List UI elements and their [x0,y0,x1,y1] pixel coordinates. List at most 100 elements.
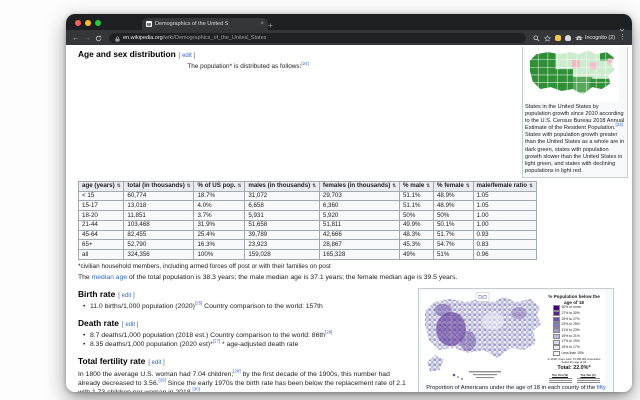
lock-icon [115,29,120,47]
table-cell: 6,658 [244,200,320,212]
sort-icon[interactable]: ⇅ [392,183,396,188]
edit-link[interactable]: edit [125,322,135,328]
legend-label: 23% to 25% [561,322,580,327]
table-cell: 1.00 [472,210,537,221]
tab-search-chevron-icon[interactable] [619,19,625,37]
reference-link[interactable]: [28] [233,369,240,374]
table-cell: 1.05 [472,190,537,202]
table-cell: 0.96 [472,249,537,260]
wikipedia-favicon-icon: W [146,21,152,27]
table-cell: 11,851 [123,210,195,221]
column-header[interactable]: male/female ratio ⇅ [472,180,537,192]
column-header[interactable]: age (years) ⇅ [78,180,125,192]
new-tab-button[interactable]: + [268,20,273,30]
table-cell: 51.1% [398,190,434,202]
text-run: Proportion of Americans under the age of… [426,385,597,392]
edit-section: [ edit ] [118,293,135,300]
table-cell: 1.00 [472,219,537,231]
reference-link[interactable]: [30] [192,387,199,392]
table-cell: 50% [398,210,434,221]
column-header[interactable]: total (in thousands) ⇅ [123,180,195,192]
reload-icon[interactable] [95,29,102,47]
column-header[interactable]: % of US pop. ⇅ [193,180,246,192]
table-cell: 18-20 [78,210,125,221]
url-path: /wiki/Demographics_of_the_United_States [162,34,267,41]
table-cell: 48.9% [432,200,474,212]
extension-icon[interactable] [564,34,571,41]
table-cell: 159,028 [244,249,320,260]
url-text: en.wikipedia.org/wiki/Demographics_of_th… [123,35,266,41]
forward-icon[interactable]: → [84,34,92,42]
text-run: The [78,274,92,282]
table-cell: 31,072 [244,190,320,202]
edit-link[interactable]: edit [122,293,132,299]
table-cell: 65+ [78,239,125,251]
table-cell: 16.3% [193,239,246,251]
table-cell: 54.7% [432,239,474,251]
table-cell: 103,468 [123,219,195,231]
table-cell: 18.7% [193,190,246,202]
table-cell: 48.3% [398,229,434,241]
edit-link[interactable]: edit [152,360,162,366]
bookmark-star-icon[interactable] [543,29,551,47]
minimize-window-button[interactable] [85,20,91,26]
us-growth-map-image[interactable] [525,47,619,102]
browser-titlebar: W Demographics of the United S × + [66,14,632,32]
column-header[interactable]: females (in thousands) ⇅ [318,180,400,192]
table-row: 65+ 52,790 16.3% 23,923 28,867 45.3% 54.7% 0.83 [78,239,537,251]
legend-label: 25% to 27% [561,316,580,321]
incognito-spy-icon [574,35,583,40]
legend-total: Total: 22.0%* [557,365,591,372]
zoom-page-icon[interactable] [533,29,540,47]
table-cell: 4.0% [193,200,246,212]
table-cell: 39,789 [244,229,320,241]
column-header[interactable]: % male ⇅ [398,180,434,192]
table-cell: 21-44 [78,219,125,231]
figure-caption: Proportion of Americans under the age of… [421,385,611,392]
table-cell: 50% [432,210,474,221]
sort-icon[interactable]: ⇅ [117,183,121,188]
column-header[interactable]: males (in thousands) ⇅ [244,180,320,192]
back-icon[interactable]: ← [72,34,80,42]
list-item: 8.35 deaths/1,000 population (2020 est)*… [83,339,628,350]
incognito-badge[interactable]: Incognito (2) [574,34,615,41]
table-cell: 0.93 [472,229,537,241]
figure-population-growth-map[interactable]: States in the United States by populatio… [522,47,628,178]
close-window-button[interactable] [75,20,81,26]
browser-tab[interactable]: W Demographics of the United S × [142,18,268,30]
reference-link[interactable]: [24] [301,61,308,66]
table-cell: 50.1% [432,219,474,231]
death-rate-list: 8.7 deaths/1,000 population (2018 est.) … [78,330,628,350]
tab-close-icon[interactable]: × [260,20,264,28]
text-run: States in the United States by populatio… [525,104,625,132]
table-cell: 48.9% [432,190,474,202]
reference-link[interactable]: [29] [158,378,165,383]
text-run: The population* is distributed as follow… [187,62,302,70]
address-bar[interactable]: en.wikipedia.org/wiki/Demographics_of_th… [109,32,526,43]
incognito-label: Incognito (2) [585,34,615,41]
text-run: * age-adjusted death rate [220,341,299,349]
sort-icon[interactable]: ⇅ [187,183,191,188]
table-cell: 165,328 [318,249,400,260]
edit-section: [ edit ] [178,53,196,59]
table-cell: < 15 [78,190,125,202]
extension-icon[interactable] [554,34,561,41]
edit-section: [ edit ] [148,360,165,367]
sort-icon[interactable]: ⇅ [426,183,430,188]
zoom-window-button[interactable] [95,20,101,26]
sort-icon[interactable]: ⇅ [312,183,316,188]
inline-link[interactable]: median age [92,274,128,281]
top-ten-lists: Top Ten (%) Top Ten (#) [545,373,603,384]
table-cell: 52,790 [123,239,195,251]
top-ten-count: Top Ten (#) [576,373,601,384]
reference-link[interactable]: [23] [616,122,623,127]
edit-link[interactable]: edit [182,53,192,59]
sort-icon[interactable]: ⇅ [529,183,533,188]
table-cell: 51% [432,249,474,260]
sort-icon[interactable]: ⇅ [466,183,470,188]
reference-link[interactable]: [26] [325,330,332,335]
text-run: In 1800 the average U.S. woman had 7.04 … [78,370,234,378]
sort-icon[interactable]: ⇅ [238,183,242,188]
legend-item: 25% to 27% [553,317,603,322]
column-header[interactable]: % female ⇅ [432,180,474,192]
